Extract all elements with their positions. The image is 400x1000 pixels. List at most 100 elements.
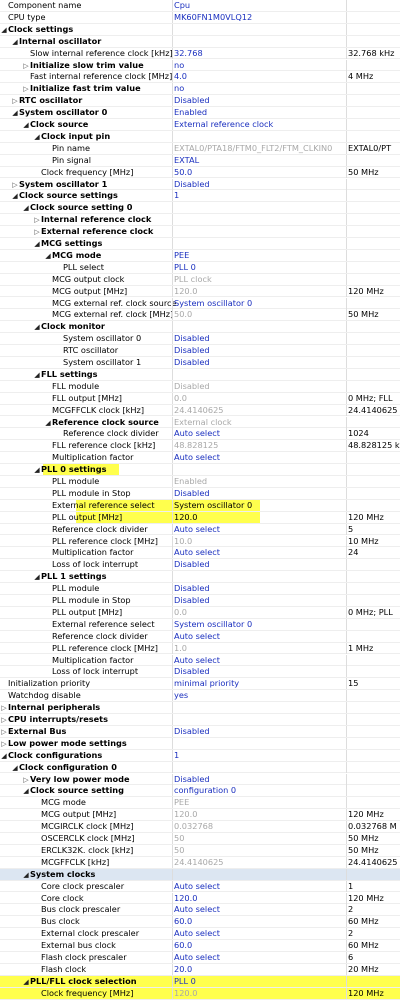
property-value[interactable]: Auto select xyxy=(174,881,220,891)
property-value-cell[interactable] xyxy=(172,35,344,47)
property-value[interactable]: 48.828125 xyxy=(174,440,218,450)
property-value-cell[interactable]: Auto select xyxy=(172,928,344,940)
property-row[interactable]: Pin name EXTAL0/PTA18/FTM0_FLT2/FTM_CLKIN… xyxy=(0,142,400,155)
property-row[interactable]: ◢Clock source setting configuration 0 xyxy=(0,785,400,798)
property-row[interactable]: ◢Internal oscillator xyxy=(0,35,400,48)
expanded-arrow-icon[interactable]: ◢ xyxy=(22,203,30,213)
property-row[interactable]: PLL module in Stop Disabled xyxy=(0,487,400,500)
property-row[interactable]: ◢Clock settings xyxy=(0,23,400,36)
property-row[interactable]: ◢PLL/FLL clock selection PLL 0 xyxy=(0,975,400,988)
expanded-arrow-icon[interactable]: ◢ xyxy=(11,108,19,118)
property-value-cell[interactable] xyxy=(172,214,344,226)
expanded-arrow-icon[interactable]: ◢ xyxy=(0,751,8,761)
property-value[interactable]: Auto select xyxy=(174,904,220,914)
property-value-cell[interactable]: 120.0 xyxy=(172,987,344,999)
property-row[interactable]: Flash clock 20.0 20 MHz xyxy=(0,963,400,976)
collapsed-arrow-icon[interactable]: ▷ xyxy=(22,775,30,785)
property-value[interactable]: Disabled xyxy=(174,345,210,355)
collapsed-arrow-icon[interactable]: ▷ xyxy=(11,96,19,106)
expanded-arrow-icon[interactable]: ◢ xyxy=(44,418,52,428)
property-row[interactable]: Clock frequency [MHz] 120.0 120 MHz xyxy=(0,987,400,1000)
property-value-cell[interactable]: 60.0 xyxy=(172,916,344,928)
property-value-cell[interactable]: 50 xyxy=(172,844,344,856)
property-value-cell[interactable] xyxy=(172,23,344,35)
property-value[interactable]: Auto select xyxy=(174,631,220,641)
property-value[interactable]: Auto select xyxy=(174,547,220,557)
property-value[interactable]: Auto select xyxy=(174,452,220,462)
property-value[interactable]: 50 xyxy=(174,845,184,855)
property-value-cell[interactable]: 32.768 xyxy=(172,47,344,59)
property-row[interactable]: Multiplication factor Auto select 24 xyxy=(0,547,400,560)
property-value[interactable]: System oscillator 0 xyxy=(174,298,252,308)
property-row[interactable]: MCGIRCLK clock [MHz] 0.032768 0.032768 M xyxy=(0,821,400,833)
property-row[interactable]: Core clock 120.0 120 MHz xyxy=(0,892,400,905)
property-value-cell[interactable]: Auto select xyxy=(172,452,344,464)
property-row[interactable]: ▷Internal peripherals xyxy=(0,702,400,714)
property-row[interactable]: MCG external ref. clock [MHz] 50.0 50 MHz xyxy=(0,309,400,322)
property-value-cell[interactable]: System oscillator 0 xyxy=(172,499,344,511)
property-value-cell[interactable]: 0.0 xyxy=(172,392,344,404)
property-value[interactable]: Disabled xyxy=(174,381,210,391)
property-value-cell[interactable]: 24.4140625 xyxy=(172,404,344,416)
property-value-cell[interactable] xyxy=(172,702,344,714)
expanded-arrow-icon[interactable]: ◢ xyxy=(33,132,41,142)
property-row[interactable]: Initialization priority minimal priority 1… xyxy=(0,678,400,691)
property-value-cell[interactable] xyxy=(172,130,344,142)
property-value-cell[interactable]: Enabled xyxy=(172,107,344,119)
property-value-cell[interactable]: Disabled xyxy=(172,333,344,345)
property-value-cell[interactable]: Disabled xyxy=(172,725,344,737)
property-value-cell[interactable] xyxy=(172,321,344,333)
property-row[interactable]: Slow internal reference clock [kHz] 32.76… xyxy=(0,47,400,60)
expanded-arrow-icon[interactable]: ◢ xyxy=(33,370,41,380)
property-row[interactable]: PLL reference clock [MHz] 10.0 10 MHz xyxy=(0,535,400,548)
property-row[interactable]: ▷External reference clock xyxy=(0,226,400,238)
property-value[interactable]: 50.0 xyxy=(174,309,192,319)
property-row[interactable]: ▷External Bus Disabled xyxy=(0,725,400,738)
property-value[interactable]: 120.0 xyxy=(174,286,197,296)
property-row[interactable]: ERCLK32K. clock [kHz] 50 50 MHz xyxy=(0,844,400,857)
property-value-cell[interactable]: PEE xyxy=(172,797,344,809)
property-value-cell[interactable] xyxy=(172,464,344,476)
property-value[interactable]: EXTAL0/PTA18/FTM0_FLT2/FTM_CLKIN0 xyxy=(174,143,332,153)
property-row[interactable]: ◢Reference clock source External clock xyxy=(0,416,400,429)
property-row[interactable]: Flash clock prescaler Auto select 6 xyxy=(0,952,400,964)
property-row[interactable]: MCG output clock PLL clock xyxy=(0,273,400,286)
property-row[interactable]: PLL select PLL 0 xyxy=(0,261,400,274)
property-value[interactable]: 32.768 xyxy=(174,48,203,58)
property-row[interactable]: Reference clock divider Auto select xyxy=(0,630,400,643)
expanded-arrow-icon[interactable]: ◢ xyxy=(11,763,19,773)
property-value-cell[interactable]: Auto select xyxy=(172,523,344,535)
property-value-cell[interactable] xyxy=(172,571,344,583)
property-row[interactable]: ◢Clock source settings 1 xyxy=(0,190,400,203)
property-value-cell[interactable]: 120.0 xyxy=(172,511,344,523)
property-value[interactable]: yes xyxy=(174,690,188,700)
property-row[interactable]: Component name Cpu xyxy=(0,0,400,12)
property-value-cell[interactable]: EXTAL0/PTA18/FTM0_FLT2/FTM_CLKIN0 xyxy=(172,142,344,154)
property-row[interactable]: PLL output [MHz] 120.0 120 MHz xyxy=(0,511,400,524)
property-value-cell[interactable]: 24.4140625 xyxy=(172,856,344,868)
expanded-arrow-icon[interactable]: ◢ xyxy=(11,37,19,47)
property-value-cell[interactable]: 50 xyxy=(172,833,344,844)
property-value-cell[interactable] xyxy=(172,202,344,214)
property-value-cell[interactable]: Disabled xyxy=(172,95,344,107)
property-row[interactable]: PLL module Enabled xyxy=(0,476,400,488)
property-value[interactable]: Auto select xyxy=(174,428,220,438)
property-value[interactable]: 1 xyxy=(174,190,179,200)
property-value[interactable]: minimal priority xyxy=(174,678,239,688)
property-value[interactable]: 120.0 xyxy=(174,988,197,998)
property-value-cell[interactable]: 1 xyxy=(172,749,344,761)
property-row[interactable]: Bus clock 60.0 60 MHz xyxy=(0,916,400,929)
property-row[interactable]: OSCERCLK clock [MHz] 50 50 MHz xyxy=(0,833,400,845)
property-value-cell[interactable]: Auto select xyxy=(172,904,344,916)
collapsed-arrow-icon[interactable]: ▷ xyxy=(11,180,19,190)
property-value[interactable]: 24.4140625 xyxy=(174,405,224,415)
property-value[interactable]: Enabled xyxy=(174,107,207,117)
property-value-cell[interactable]: Disabled xyxy=(172,380,344,392)
property-value[interactable]: 0.0 xyxy=(174,607,187,617)
property-value[interactable]: 0.0 xyxy=(174,393,187,403)
property-value-cell[interactable]: 0.032768 xyxy=(172,821,344,833)
property-value-cell[interactable]: PLL 0 xyxy=(172,261,344,273)
property-value[interactable]: PEE xyxy=(174,797,189,807)
property-row[interactable]: PLL module Disabled xyxy=(0,583,400,595)
property-row[interactable]: MCG external ref. clock source System osc… xyxy=(0,297,400,310)
